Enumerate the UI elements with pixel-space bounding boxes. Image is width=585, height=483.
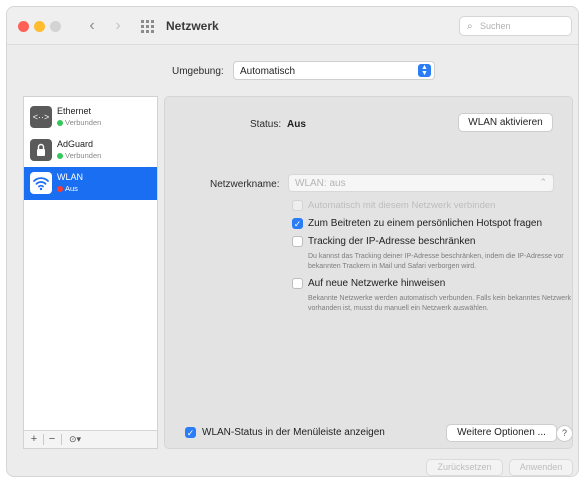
ask-new-networks-label: Auf neue Netzwerke hinweisen [308, 278, 446, 289]
service-name: Ethernet [57, 106, 92, 116]
status-dot [57, 186, 63, 192]
location-select[interactable]: Automatisch ▲ ▼ [233, 61, 435, 80]
advanced-options-button[interactable]: Weitere Optionen ... [446, 424, 557, 442]
status-value: Aus [287, 119, 306, 130]
close-window-button[interactable] [18, 21, 29, 32]
minimize-window-button[interactable] [34, 21, 45, 32]
window-title: Netzwerk [166, 19, 219, 33]
auto-join-label: Automatisch mit diesem Netzwerk verbinde… [308, 200, 496, 211]
limit-ip-tracking-checkbox[interactable] [292, 236, 303, 247]
service-item-ethernet[interactable]: <··> Ethernet Verbunden [24, 101, 157, 134]
divider [43, 434, 44, 445]
action-menu-button[interactable]: ⊙▾ [64, 432, 86, 447]
network-name-value: WLAN: aus [295, 178, 346, 189]
status-dot [57, 120, 63, 126]
auto-join-checkbox[interactable] [292, 200, 303, 211]
help-button[interactable]: ? [556, 425, 573, 442]
service-status: Aus [65, 184, 78, 193]
location-label: Umgebung: [172, 66, 224, 77]
network-preferences-window: ‹ › Netzwerk ⌕ Suchen Umgebung: Automati… [6, 6, 579, 477]
apply-button[interactable]: Anwenden [509, 459, 573, 476]
service-item-adguard[interactable]: AdGuard Verbunden [24, 134, 157, 167]
ask-new-networks-checkbox[interactable] [292, 278, 303, 289]
wifi-icon [30, 172, 52, 194]
search-placeholder: Suchen [480, 21, 511, 31]
zoom-window-button[interactable] [50, 21, 61, 32]
chevron-left-icon[interactable]: ‹ [85, 17, 99, 35]
service-list-toolbar: + − ⊙▾ [24, 430, 157, 448]
grid-icon[interactable] [141, 20, 154, 33]
search-input[interactable]: ⌕ Suchen [459, 16, 572, 36]
vpn-lock-icon [30, 139, 52, 161]
location-value: Automatisch [240, 66, 296, 77]
chevron-updown-icon: ▲ ▼ [418, 64, 431, 77]
search-icon: ⌕ [467, 21, 473, 32]
service-item-wlan[interactable]: WLAN Aus [24, 167, 157, 200]
service-list: <··> Ethernet Verbunden AdGuard Verbunde… [23, 96, 158, 449]
wlan-toggle-button[interactable]: WLAN aktivieren [458, 113, 553, 132]
menubar-status-label: WLAN-Status in der Menüleiste anzeigen [202, 427, 385, 438]
network-name-label: Netzwerkname: [210, 179, 280, 190]
add-service-button[interactable]: + [27, 432, 41, 447]
divider [61, 434, 62, 445]
service-name: WLAN [57, 172, 84, 182]
menubar-status-checkbox[interactable]: ✓ [185, 427, 196, 438]
service-detail-panel: Status: Aus WLAN aktivieren Netzwerkname… [164, 96, 573, 449]
ask-new-networks-description: Bekannte Netzwerke werden automatisch ve… [308, 295, 572, 312]
titlebar: ‹ › Netzwerk ⌕ Suchen [7, 7, 578, 45]
ethernet-icon: <··> [30, 106, 52, 128]
revert-button[interactable]: Zurücksetzen [426, 459, 503, 476]
status-label: Status: [250, 119, 282, 130]
status-dot [57, 153, 63, 159]
service-name: AdGuard [57, 139, 94, 149]
chevron-right-icon[interactable]: › [111, 17, 125, 35]
limit-ip-tracking-label: Tracking der IP-Adresse beschränken [308, 236, 476, 247]
hotspot-checkbox[interactable]: ✓ [292, 218, 303, 229]
chevron-updown-icon: ⌃ [539, 177, 547, 187]
remove-service-button[interactable]: − [45, 432, 59, 447]
network-name-select[interactable]: WLAN: aus ⌃ [288, 174, 554, 192]
hotspot-label: Zum Beitreten zu einem persönlichen Hots… [308, 218, 543, 229]
service-status: Verbunden [65, 151, 102, 160]
service-status: Verbunden [65, 118, 102, 127]
limit-ip-tracking-description: Du kannst das Tracking deiner IP-Adresse… [308, 253, 564, 270]
